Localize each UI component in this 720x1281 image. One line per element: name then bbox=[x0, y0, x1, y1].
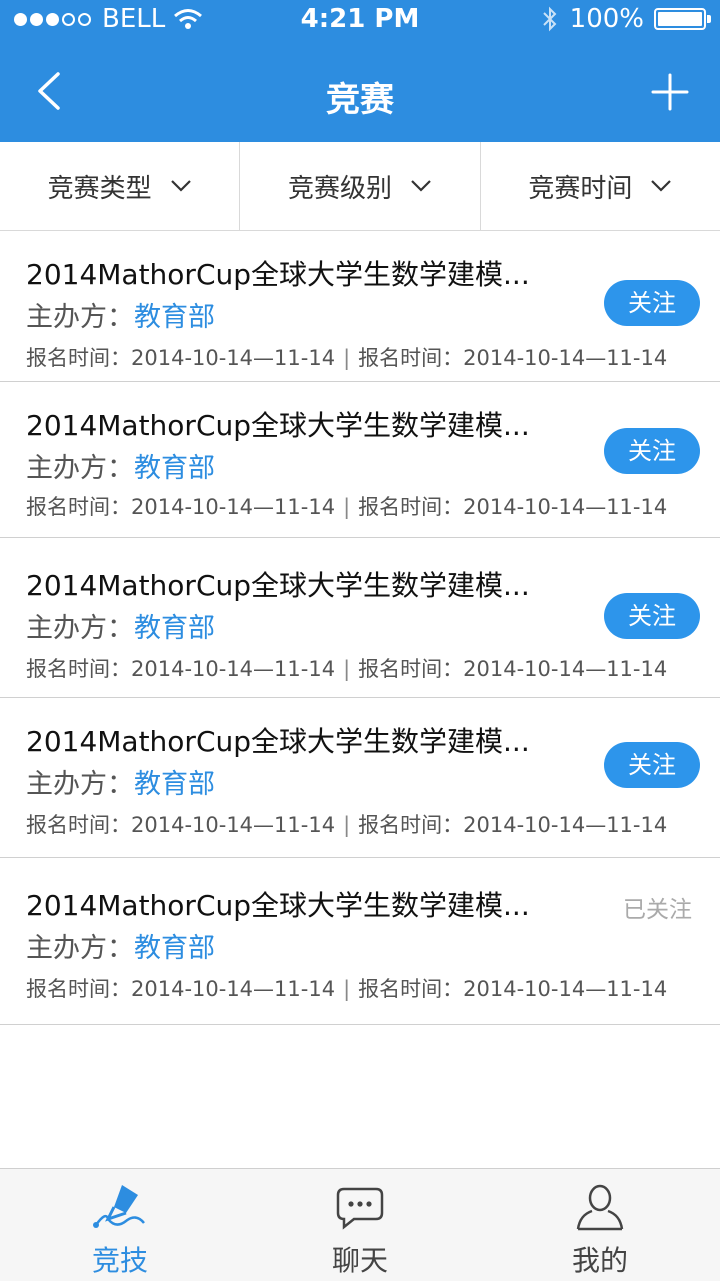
organizer-value: 教育部 bbox=[134, 613, 215, 644]
organizer-label: 主办方： bbox=[26, 613, 134, 644]
organizer-label: 主办方： bbox=[26, 769, 134, 800]
competition-list: 2014MathorCup全球大学生数学建模... 主办方：教育部 报名时间：2… bbox=[0, 231, 720, 1025]
filter-label: 竞赛时间 bbox=[528, 173, 633, 204]
organizer-label: 主办方： bbox=[26, 453, 134, 484]
filter-label: 竞赛类型 bbox=[47, 173, 152, 204]
nav-bar: 竞赛 bbox=[0, 40, 720, 142]
filter-time-dropdown[interactable]: 竞赛时间 bbox=[481, 142, 720, 230]
organizer-label: 主办方： bbox=[26, 302, 134, 333]
bluetooth-icon bbox=[542, 6, 557, 32]
tab-chat[interactable]: 聊天 bbox=[240, 1169, 480, 1281]
date-end: 报名时间：2014-10-14—11-14 bbox=[358, 346, 668, 370]
competition-title: 2014MathorCup全球大学生数学建模... bbox=[26, 725, 530, 758]
page-title: 竞赛 bbox=[326, 80, 394, 120]
tab-label: 我的 bbox=[571, 1244, 628, 1277]
date-end: 报名时间：2014-10-14—11-14 bbox=[358, 813, 668, 837]
tab-label: 竞技 bbox=[91, 1244, 148, 1277]
list-item[interactable]: 2014MathorCup全球大学生数学建模... 主办方：教育部 报名时间：2… bbox=[0, 231, 720, 382]
organizer-value: 教育部 bbox=[134, 933, 215, 964]
date-end: 报名时间：2014-10-14—11-14 bbox=[358, 977, 668, 1001]
list-item[interactable]: 2014MathorCup全球大学生数学建模... 主办方：教育部 报名时间：2… bbox=[0, 538, 720, 698]
tab-label: 聊天 bbox=[331, 1244, 388, 1277]
add-icon[interactable] bbox=[650, 72, 690, 112]
organizer-label: 主办方： bbox=[26, 933, 134, 964]
organizer: 主办方：教育部 bbox=[26, 446, 215, 485]
user-icon bbox=[576, 1184, 624, 1231]
battery-percent: 100% bbox=[569, 4, 644, 34]
organizer-value: 教育部 bbox=[134, 453, 215, 484]
organizer-value: 教育部 bbox=[134, 769, 215, 800]
list-item[interactable]: 2014MathorCup全球大学生数学建模... 主办方：教育部 报名时间：2… bbox=[0, 698, 720, 858]
filter-type-dropdown[interactable]: 竞赛类型 bbox=[0, 142, 241, 230]
follow-button[interactable]: 关注 bbox=[604, 280, 700, 326]
app-header: BELL 4:21 PM 100% 竞赛 bbox=[0, 0, 720, 142]
registration-dates: 报名时间：2014-10-14—11-14 | 报名时间：2014-10-14—11… bbox=[26, 657, 668, 681]
filter-level-dropdown[interactable]: 竞赛级别 bbox=[240, 142, 481, 230]
chevron-down-icon bbox=[411, 180, 431, 192]
follow-button[interactable]: 关注 bbox=[604, 593, 700, 639]
tab-mine[interactable]: 我的 bbox=[480, 1169, 720, 1281]
pen-icon bbox=[93, 1185, 145, 1228]
status-bar: BELL 4:21 PM 100% bbox=[0, 0, 720, 40]
tab-bar: 竞技 聊天 我的 bbox=[0, 1168, 720, 1281]
organizer: 主办方：教育部 bbox=[26, 606, 215, 645]
organizer-value: 教育部 bbox=[134, 302, 215, 333]
registration-dates: 报名时间：2014-10-14—11-14 | 报名时间：2014-10-14—11… bbox=[26, 977, 668, 1001]
organizer: 主办方：教育部 bbox=[26, 762, 215, 801]
competition-title: 2014MathorCup全球大学生数学建模... bbox=[26, 409, 530, 442]
competition-title: 2014MathorCup全球大学生数学建模... bbox=[26, 889, 530, 922]
follow-button[interactable]: 关注 bbox=[604, 742, 700, 788]
chevron-down-icon bbox=[170, 180, 191, 192]
chat-icon bbox=[336, 1187, 384, 1230]
filter-label: 竞赛级别 bbox=[287, 173, 392, 204]
battery-icon bbox=[654, 8, 711, 30]
date-start: 报名时间：2014-10-14—11-14 bbox=[26, 495, 336, 519]
date-start: 报名时间：2014-10-14—11-14 bbox=[26, 813, 336, 837]
organizer: 主办方：教育部 bbox=[26, 295, 215, 334]
filter-bar: 竞赛类型 竞赛级别 竞赛时间 bbox=[0, 142, 720, 231]
registration-dates: 报名时间：2014-10-14—11-14 | 报名时间：2014-10-14—11… bbox=[26, 813, 668, 837]
date-end: 报名时间：2014-10-14—11-14 bbox=[358, 657, 668, 681]
registration-dates: 报名时间：2014-10-14—11-14 | 报名时间：2014-10-14—11… bbox=[26, 346, 668, 370]
date-start: 报名时间：2014-10-14—11-14 bbox=[26, 657, 336, 681]
competition-title: 2014MathorCup全球大学生数学建模... bbox=[26, 258, 530, 291]
followed-status[interactable]: 已关注 bbox=[623, 890, 692, 924]
follow-button[interactable]: 关注 bbox=[604, 428, 700, 474]
list-item[interactable]: 2014MathorCup全球大学生数学建模... 主办方：教育部 报名时间：2… bbox=[0, 382, 720, 538]
date-end: 报名时间：2014-10-14—11-14 bbox=[358, 495, 668, 519]
competition-title: 2014MathorCup全球大学生数学建模... bbox=[26, 569, 530, 602]
registration-dates: 报名时间：2014-10-14—11-14 | 报名时间：2014-10-14—11… bbox=[26, 495, 668, 519]
tab-compete[interactable]: 竞技 bbox=[0, 1169, 240, 1281]
date-start: 报名时间：2014-10-14—11-14 bbox=[26, 977, 336, 1001]
organizer: 主办方：教育部 bbox=[26, 926, 215, 965]
list-item[interactable]: 2014MathorCup全球大学生数学建模... 主办方：教育部 报名时间：2… bbox=[0, 858, 720, 1025]
chevron-down-icon bbox=[651, 180, 672, 192]
date-start: 报名时间：2014-10-14—11-14 bbox=[26, 346, 336, 370]
